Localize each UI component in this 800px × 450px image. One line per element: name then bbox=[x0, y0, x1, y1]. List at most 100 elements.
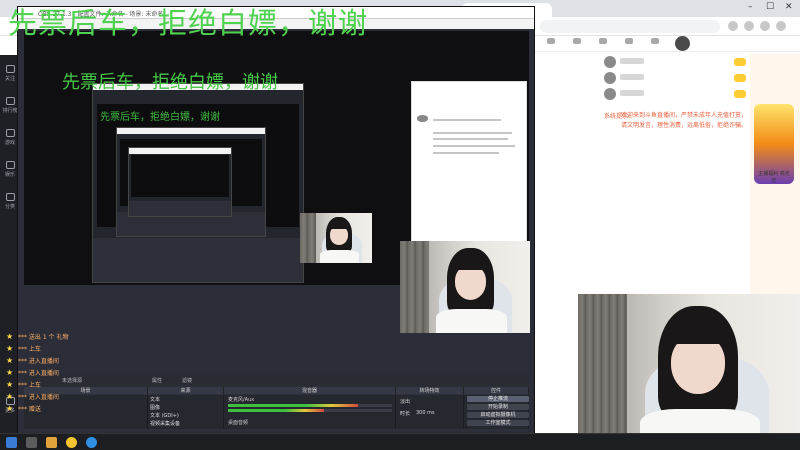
favorites-icon[interactable] bbox=[744, 21, 754, 31]
folder-icon[interactable] bbox=[46, 437, 57, 448]
audio-meter bbox=[228, 404, 358, 407]
nested-obs-3 bbox=[128, 147, 232, 217]
chrome-icon[interactable] bbox=[66, 437, 77, 448]
viewer-entry: *** 上车 bbox=[18, 346, 41, 353]
minimize-icon[interactable]: – bbox=[748, 2, 753, 12]
avatar bbox=[604, 56, 616, 68]
sources-list: 文本 图像 文本 (GDI+) 视频采集设备 bbox=[148, 395, 224, 429]
chat-line bbox=[432, 145, 515, 148]
nested-docks bbox=[93, 238, 303, 282]
close-icon[interactable]: ✕ bbox=[785, 2, 793, 12]
viewer-feed: ★ *** 送出 1 个 礼物 ★ *** 上车 ★ *** 进入直播间 ★ *… bbox=[0, 332, 110, 422]
menu-icon[interactable] bbox=[776, 21, 786, 31]
badge-icon bbox=[734, 58, 746, 66]
nav-item[interactable] bbox=[592, 38, 614, 45]
star-icon: ★ bbox=[6, 380, 14, 389]
nav-icon bbox=[573, 38, 581, 44]
category-icon bbox=[5, 193, 15, 201]
taskbar bbox=[0, 433, 800, 450]
nested-titlebar bbox=[117, 128, 265, 134]
stop-stream-button[interactable]: 停止推流 bbox=[467, 396, 529, 402]
badge-icon bbox=[734, 74, 746, 82]
controls-panel: 停止推流 开始录制 启动虚拟摄像机 工作室模式 bbox=[464, 395, 529, 429]
profile-icon[interactable] bbox=[760, 21, 770, 31]
maximize-icon[interactable]: ☐ bbox=[766, 2, 774, 12]
viewer-entry: *** 送出 1 个 礼物 bbox=[18, 334, 69, 341]
nested-titlebar bbox=[129, 148, 231, 154]
chat-message bbox=[604, 88, 746, 102]
home-icon bbox=[5, 65, 15, 73]
watermark-caption-nested: 先票后车，拒绝白嫖，谢谢 bbox=[62, 72, 278, 93]
avatar bbox=[604, 88, 616, 100]
source-item[interactable]: 文本 (GDI+) bbox=[150, 412, 210, 419]
badge-icon bbox=[734, 90, 746, 98]
audio-mixer: 麦克风/Aux 桌面音频 bbox=[224, 395, 396, 429]
notice-text: 欢迎来到斗鱼直播间，严禁未成年人充值打赏，请文明发言，理性消费，远离低俗，拒绝诈… bbox=[621, 112, 748, 129]
nav-icon bbox=[599, 38, 607, 44]
avatar bbox=[604, 72, 616, 84]
nested-preview bbox=[131, 154, 229, 197]
chat-message bbox=[604, 72, 746, 86]
webcam-curtain bbox=[578, 294, 627, 450]
record-button[interactable]: 开始录制 bbox=[467, 404, 529, 410]
nested-docks bbox=[129, 201, 231, 216]
main-webcam bbox=[578, 294, 800, 450]
source-item[interactable]: 视频采集设备 bbox=[150, 420, 210, 427]
star-icon: ★ bbox=[6, 404, 14, 413]
mixer-channel-label: 麦克风/Aux bbox=[228, 397, 255, 403]
watermark-caption-nested-small: 先票后车，拒绝白嫖，谢谢 bbox=[100, 112, 220, 123]
nested-chat-panel bbox=[411, 81, 527, 249]
nested-webcam bbox=[400, 241, 530, 333]
url-input[interactable] bbox=[540, 20, 720, 33]
dock-mixer-header: 混音器 bbox=[224, 387, 396, 394]
viewer-entry: *** 进入直播间 bbox=[18, 370, 59, 377]
studio-mode-button[interactable]: 工作室模式 bbox=[467, 420, 529, 426]
nav-icon bbox=[651, 38, 659, 44]
transition-type[interactable]: 淡出 bbox=[400, 398, 410, 405]
star-icon: ★ bbox=[6, 368, 14, 377]
star-icon: ★ bbox=[6, 344, 14, 353]
site-nav bbox=[532, 36, 800, 52]
chat-line bbox=[432, 131, 513, 134]
nav-icon bbox=[625, 38, 633, 44]
chat-line bbox=[432, 118, 501, 121]
search-icon[interactable] bbox=[26, 437, 37, 448]
nav-icon bbox=[547, 38, 555, 44]
webcam-face bbox=[454, 264, 486, 300]
source-item[interactable]: 图像 bbox=[150, 404, 210, 411]
chat-username bbox=[620, 90, 644, 96]
nav-item[interactable] bbox=[644, 38, 666, 45]
nav-item[interactable] bbox=[540, 38, 562, 45]
duration-input[interactable]: 300 ms bbox=[416, 410, 435, 416]
filters-button[interactable]: 滤镜 bbox=[182, 377, 192, 384]
audio-meter bbox=[228, 409, 324, 412]
chat-message bbox=[604, 56, 746, 70]
virtual-camera-button[interactable]: 启动虚拟摄像机 bbox=[467, 412, 529, 418]
promo-text: 主播福利 高光定 bbox=[758, 171, 790, 184]
star-icon: ★ bbox=[6, 392, 14, 401]
chat-line bbox=[432, 151, 499, 154]
edge-icon[interactable] bbox=[86, 437, 97, 448]
properties-button[interactable]: 属性 bbox=[152, 377, 162, 384]
source-item[interactable]: 文本 bbox=[150, 396, 210, 403]
transitions-panel: 淡出 时长 300 ms bbox=[396, 395, 464, 429]
game-icon bbox=[5, 129, 15, 137]
avatar[interactable] bbox=[675, 36, 690, 51]
viewer-entry: *** 上车 bbox=[18, 382, 41, 389]
start-icon[interactable] bbox=[6, 437, 17, 448]
nav-item[interactable] bbox=[618, 38, 640, 45]
webcam-curtain bbox=[400, 241, 429, 333]
chat-username bbox=[620, 58, 644, 64]
nav-item[interactable] bbox=[566, 38, 588, 45]
sidebar-item-label: 游戏 bbox=[4, 140, 15, 146]
webcam-shirt bbox=[320, 250, 360, 263]
extension-icon[interactable] bbox=[728, 21, 738, 31]
dock-controls-header: 控件 bbox=[464, 387, 529, 394]
sidebar-item-label: 排行榜 bbox=[2, 108, 18, 114]
webcam-curtain bbox=[300, 213, 316, 263]
watermark-caption: 先票后车，拒绝白嫖，谢谢 bbox=[8, 6, 369, 40]
mixer-channel-label: 桌面音频 bbox=[228, 420, 249, 426]
chat-line bbox=[432, 138, 508, 141]
star-icon: ★ bbox=[6, 332, 14, 341]
dock-transitions-header: 转场特效 bbox=[396, 387, 464, 394]
